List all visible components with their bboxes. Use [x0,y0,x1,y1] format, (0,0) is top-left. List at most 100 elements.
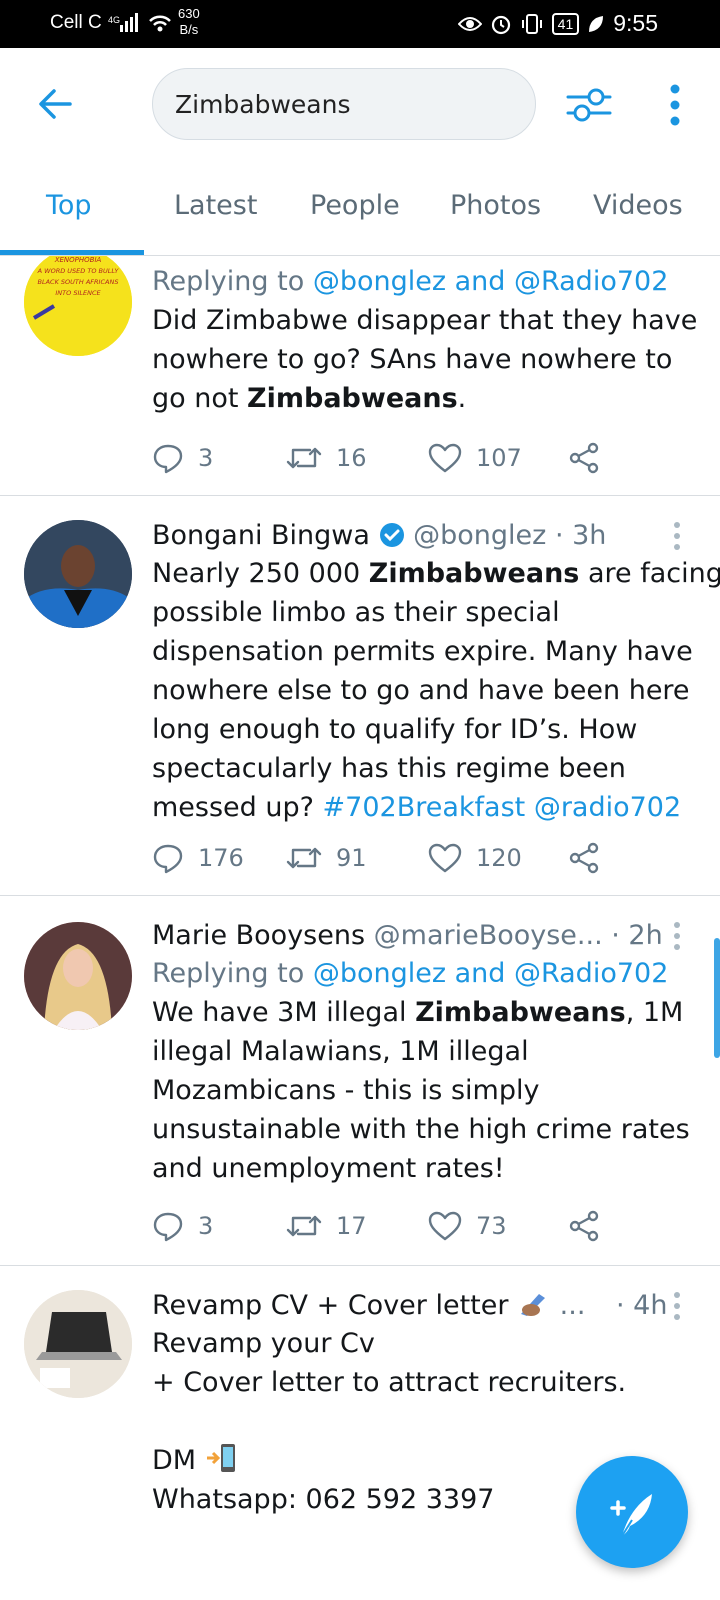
search-box[interactable] [152,68,536,140]
reply-icon [153,444,183,474]
share-button[interactable] [568,1206,600,1246]
tweet-text-line [152,1402,692,1441]
heart-icon [428,843,462,873]
tweet-text-line: unsustainable with the high crime rates [152,1114,690,1145]
share-icon [569,1210,599,1242]
retweet-icon [286,847,322,869]
overflow-menu-button[interactable] [660,82,690,128]
tab-videos[interactable]: Videos [593,190,683,221]
status-bar: Cell C 4G 630 B/s 41 9:55 [0,0,720,48]
tweet-text-line: nowhere to go? SAns have nowhere to [152,344,673,375]
author-handle[interactable]: @bonglez [413,520,546,551]
tweet-actions: 3 16 107 [152,438,712,478]
tweet-body: Nearly 250 000 Zimbabweans are facing po… [152,554,720,827]
avatar[interactable] [24,520,132,628]
tab-photos[interactable]: Photos [450,190,541,221]
tweet-card[interactable]: Marie Booysens @marieBooyse... · 2h Repl… [0,896,720,1266]
svg-text:BLACK SOUTH AFRICANS: BLACK SOUTH AFRICANS [38,278,119,286]
share-icon [569,842,599,874]
back-arrow-icon [39,89,72,119]
back-button[interactable] [36,84,76,124]
reply-prefix: Replying to [152,958,305,989]
tweet-card[interactable]: XENOPHOBIA A WORD USED TO BULLY BLACK SO… [0,256,720,496]
tab-top[interactable]: Top [46,190,92,221]
author-name[interactable]: Marie Booysens [152,920,365,951]
speed-unit: B/s [179,22,199,37]
reply-prefix: Replying to [152,266,305,297]
reply-button[interactable]: 3 [152,438,213,478]
retweet-button[interactable]: 16 [286,438,367,478]
retweet-count: 17 [336,1212,367,1240]
retweet-button[interactable]: 17 [286,1206,367,1246]
search-filter-button[interactable] [566,82,612,128]
svg-text:A WORD USED TO BULLY: A WORD USED TO BULLY [37,267,120,275]
author-name[interactable]: Bongani Bingwa [152,520,370,551]
like-button[interactable]: 120 [428,838,522,878]
signal-icon: 4G [108,13,138,32]
reply-icon [153,1212,183,1242]
tweet-actions: 3 17 73 [152,1206,712,1246]
reply-button[interactable]: 3 [152,1206,213,1246]
share-icon [569,442,599,474]
like-button[interactable]: 73 [428,1206,507,1246]
status-left: Cell C 4G [50,12,172,34]
tweet-menu-button[interactable] [670,1290,684,1322]
tweet-menu-button[interactable] [670,920,684,952]
tweet-text-line: messed up? #702Breakfast @radio702 [152,788,692,827]
like-button[interactable]: 107 [428,438,522,478]
avatar-photo [24,520,132,628]
alarm-icon [491,15,510,34]
avatar-photo [24,922,132,1030]
tweet-text-line: spectacularly has this regime been [152,753,626,784]
tweet-feed[interactable]: XENOPHOBIA A WORD USED TO BULLY BLACK SO… [0,256,720,1600]
tweet-text-line: Revamp your Cv [152,1328,375,1359]
active-tab-indicator [0,250,144,255]
tweet-body: Replying to @bonglez and @Radio702 We ha… [152,954,692,1188]
text-span: messed up? [152,792,323,823]
retweet-button[interactable]: 91 [286,838,367,878]
writing-hand-icon [521,1294,546,1316]
carrier-label: Cell C [50,12,102,33]
compose-tweet-button[interactable] [576,1456,688,1568]
retweet-count: 16 [336,444,367,472]
avatar-laptop-image [24,1290,132,1398]
search-input[interactable] [175,69,515,139]
vibrate-icon [521,13,542,34]
reply-users-link[interactable]: @bonglez and @Radio702 [313,958,669,989]
tab-people[interactable]: People [310,190,400,221]
author-name[interactable]: Revamp CV + Cover letter [152,1290,508,1321]
author-handle-truncated[interactable]: ... [560,1290,586,1321]
share-button[interactable] [568,838,600,878]
mention-link[interactable]: @radio702 [534,792,681,823]
tweet-timestamp: · 4h [616,1290,668,1321]
author-handle[interactable]: @marieBooyse... [374,920,603,951]
reply-context: Replying to @bonglez and @Radio702 [152,954,692,993]
tweet-menu-button[interactable] [670,520,684,552]
text-span: DM [152,1445,197,1476]
feed-scrollbar[interactable] [714,938,720,1058]
tweet-text-line: long enough to qualify for ID’s. How [152,714,638,745]
avatar[interactable] [24,1290,132,1398]
tweet-timestamp: · 3h [554,520,607,551]
tweet-card[interactable]: Bongani Bingwa @bonglez · 3h Nearly 250 … [0,496,720,896]
share-button[interactable] [568,438,600,478]
search-term-highlight: Zimbabweans [247,383,458,414]
avatar[interactable]: XENOPHOBIA A WORD USED TO BULLY BLACK SO… [24,256,132,356]
hashtag-link[interactable]: #702Breakfast [323,792,526,823]
text-span: Nearly 250 000 [152,558,369,589]
tweet-timestamp: · 2h [611,920,663,951]
tab-latest[interactable]: Latest [174,190,257,221]
retweet-icon [286,447,322,469]
like-count: 120 [476,844,522,872]
reply-button[interactable]: 176 [152,838,244,878]
tweet-text-line: go not Zimbabweans. [152,379,692,418]
svg-text:XENOPHOBIA: XENOPHOBIA [54,256,102,264]
tweet-text-line: Nearly 250 000 Zimbabweans are facing [152,554,720,593]
reply-users-link[interactable]: @bonglez and @Radio702 [313,266,669,297]
avatar[interactable] [24,922,132,1030]
more-vertical-icon [674,522,680,550]
tweet-text-line: nowhere else to go and have been here [152,675,690,706]
search-term-highlight: Zimbabweans [415,997,626,1028]
like-count: 73 [476,1212,507,1240]
wifi-icon [148,15,171,32]
